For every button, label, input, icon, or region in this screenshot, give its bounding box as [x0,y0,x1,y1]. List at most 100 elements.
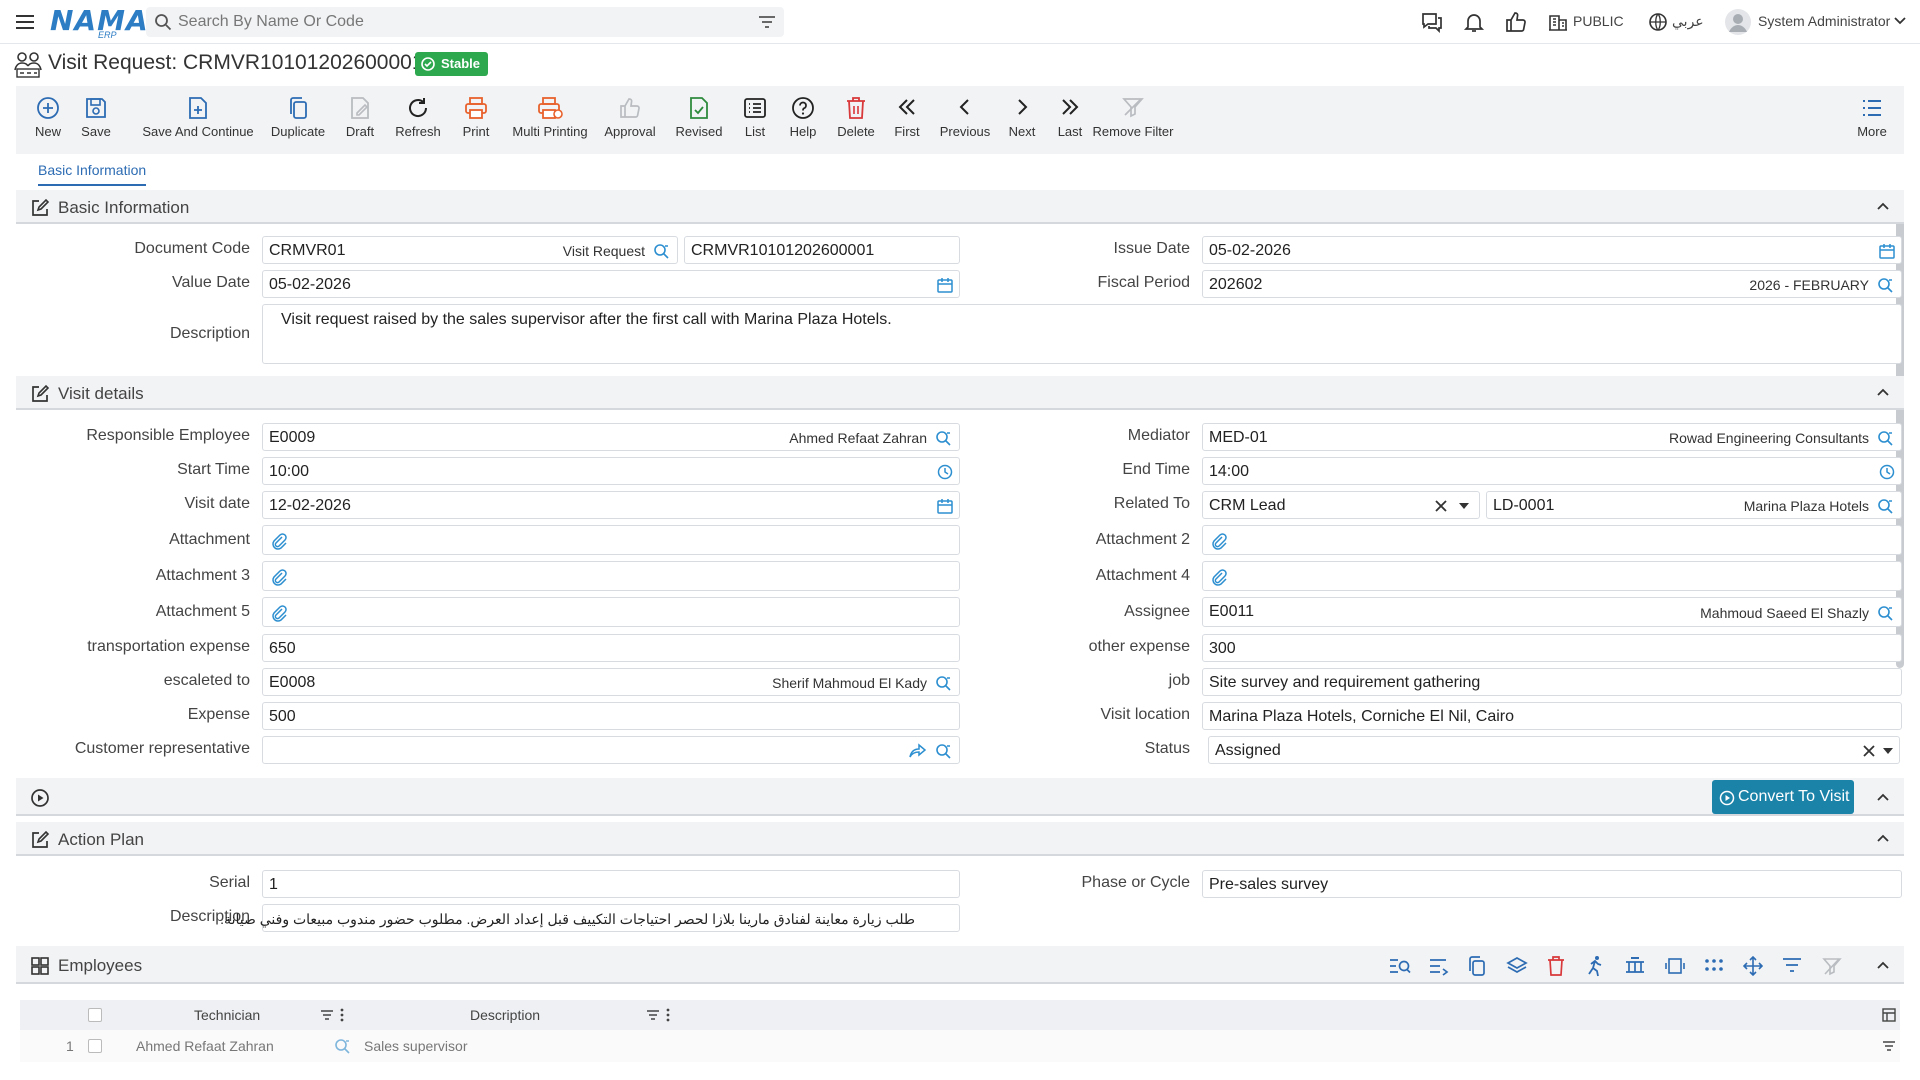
serial-field[interactable]: 1 [262,870,960,898]
columns-icon[interactable] [1664,956,1686,976]
value-date-field[interactable]: 05-02-2026 [262,270,960,298]
paperclip-icon[interactable] [271,604,287,622]
issue-date-field[interactable]: 05-02-2026 [1202,236,1902,264]
running-person-icon[interactable] [1585,955,1605,977]
share-icon[interactable] [909,743,927,759]
revised-button[interactable]: Revised [664,96,734,148]
document-code-field[interactable]: CRMVR01 Visit Request [262,236,678,264]
language-switch[interactable]: عربي [1672,13,1704,30]
chevron-up-icon[interactable] [1876,833,1890,843]
delete-button[interactable]: Delete [826,96,886,148]
start-time-field[interactable]: 10:00 [262,457,960,485]
user-name[interactable]: System Administrator [1758,13,1890,29]
chevron-up-icon[interactable] [1876,201,1890,211]
cell-technician[interactable]: Ahmed Refaat Zahran [136,1038,274,1054]
other-expense-field[interactable]: 300 [1202,634,1902,662]
escalated-to-field[interactable]: E0008 Sherif Mahmoud El Kady [262,668,960,696]
first-button[interactable]: First [882,96,932,148]
lookup-icon[interactable] [653,243,671,259]
visit-date-field[interactable]: 12-02-2026 [262,491,960,519]
paperclip-icon[interactable] [1211,568,1227,586]
attachment-3-field[interactable] [262,561,960,591]
section-basic-information[interactable]: Basic Information [16,190,1904,224]
chat-icon[interactable] [1420,10,1444,34]
caret-down-icon[interactable] [1883,748,1893,754]
layers-icon[interactable] [1506,956,1528,976]
document-number-field[interactable]: CRMVR10101202600001 [684,236,960,264]
lookup-icon[interactable] [1877,430,1895,446]
attachment-4-field[interactable] [1202,561,1902,591]
chevron-up-icon[interactable] [1876,792,1890,802]
column-header-technician[interactable]: Technician [194,1007,260,1023]
clock-icon[interactable] [937,464,953,480]
search-input[interactable] [178,7,738,37]
last-button[interactable]: Last [1044,96,1096,148]
play-circle-icon[interactable] [30,788,50,808]
save-button[interactable]: Save [76,96,116,148]
column-header-description[interactable]: Description [470,1007,540,1023]
approval-button[interactable]: Approval [592,96,668,148]
assignee-field[interactable]: E0011 Mahmoud Saeed El Shazly [1202,597,1902,627]
app-logo[interactable]: NAMA ERP [50,4,148,40]
attachment-field[interactable] [262,525,960,555]
lookup-icon[interactable] [935,430,953,446]
filter-lines-icon[interactable] [1882,1040,1896,1052]
help-button[interactable]: Help [776,96,830,148]
tab-basic-information[interactable]: Basic Information [38,162,147,186]
insert-row-icon[interactable] [1428,956,1450,976]
related-record-field[interactable]: LD-0001 Marina Plaza Hotels [1486,491,1902,519]
section-action-plan[interactable]: Action Plan [16,822,1904,856]
lookup-icon[interactable] [1877,605,1895,621]
move-icon[interactable] [1743,956,1763,976]
next-button[interactable]: Next [996,96,1048,148]
expense-field[interactable]: 500 [262,702,960,730]
clear-icon[interactable] [1863,745,1875,757]
calendar-icon[interactable] [937,277,953,293]
avatar-icon[interactable] [1724,8,1752,36]
calendar-icon[interactable] [1879,243,1895,259]
bell-icon[interactable] [1462,10,1486,34]
section-visit-details[interactable]: Visit details [16,376,1904,410]
save-and-continue-button[interactable]: Save And Continue [130,96,266,148]
list-button[interactable]: List [730,96,780,148]
lookup-icon[interactable] [1877,277,1895,293]
lookup-icon[interactable] [935,675,953,691]
public-label[interactable]: PUBLIC [1573,13,1624,29]
responsible-employee-field[interactable]: E0009 Ahmed Refaat Zahran [262,423,960,451]
grid-settings-icon[interactable] [1882,1008,1896,1022]
select-all-checkbox[interactable] [88,1008,102,1022]
clock-icon[interactable] [1879,464,1895,480]
refresh-button[interactable]: Refresh [386,96,450,148]
mediator-field[interactable]: MED-01 Rowad Engineering Consultants [1202,423,1902,451]
duplicate-button[interactable]: Duplicate [260,96,336,148]
new-button[interactable]: New [28,96,68,148]
print-button[interactable]: Print [446,96,506,148]
end-time-field[interactable]: 14:00 [1202,457,1902,485]
caret-down-icon[interactable] [1459,503,1469,509]
lookup-icon[interactable] [334,1038,352,1054]
customer-representative-field[interactable] [262,736,960,764]
paperclip-icon[interactable] [271,532,287,550]
remove-filter-button[interactable]: Remove Filter [1090,96,1176,148]
copy-icon[interactable] [1467,955,1487,977]
dots-grid-icon[interactable] [1704,958,1724,972]
chevron-up-icon[interactable] [1876,960,1890,970]
action-description-field[interactable]: طلب زيارة معاينة لفنادق مارينا بلازا لحص… [220,904,960,932]
multi-printing-button[interactable]: Multi Printing [504,96,596,148]
fiscal-period-field[interactable]: 202602 2026 - FEBRUARY [1202,270,1902,298]
job-field[interactable]: Site survey and requirement gathering [1202,668,1902,696]
cell-description[interactable]: Sales supervisor [364,1038,468,1054]
column-menu-icon[interactable] [340,1008,344,1022]
row-checkbox[interactable] [88,1039,102,1053]
filter-icon[interactable] [758,14,776,30]
draft-button[interactable]: Draft [330,96,390,148]
chevron-up-icon[interactable] [1876,387,1890,397]
globe-icon[interactable] [1648,12,1668,32]
previous-button[interactable]: Previous [934,96,996,148]
attachment-2-field[interactable] [1202,525,1902,555]
paperclip-icon[interactable] [1211,532,1227,550]
lookup-icon[interactable] [1877,498,1895,514]
chevron-down-icon[interactable] [1894,16,1906,26]
search-list-icon[interactable] [1388,956,1412,976]
visit-location-field[interactable]: Marina Plaza Hotels, Corniche El Nil, Ca… [1202,702,1902,730]
